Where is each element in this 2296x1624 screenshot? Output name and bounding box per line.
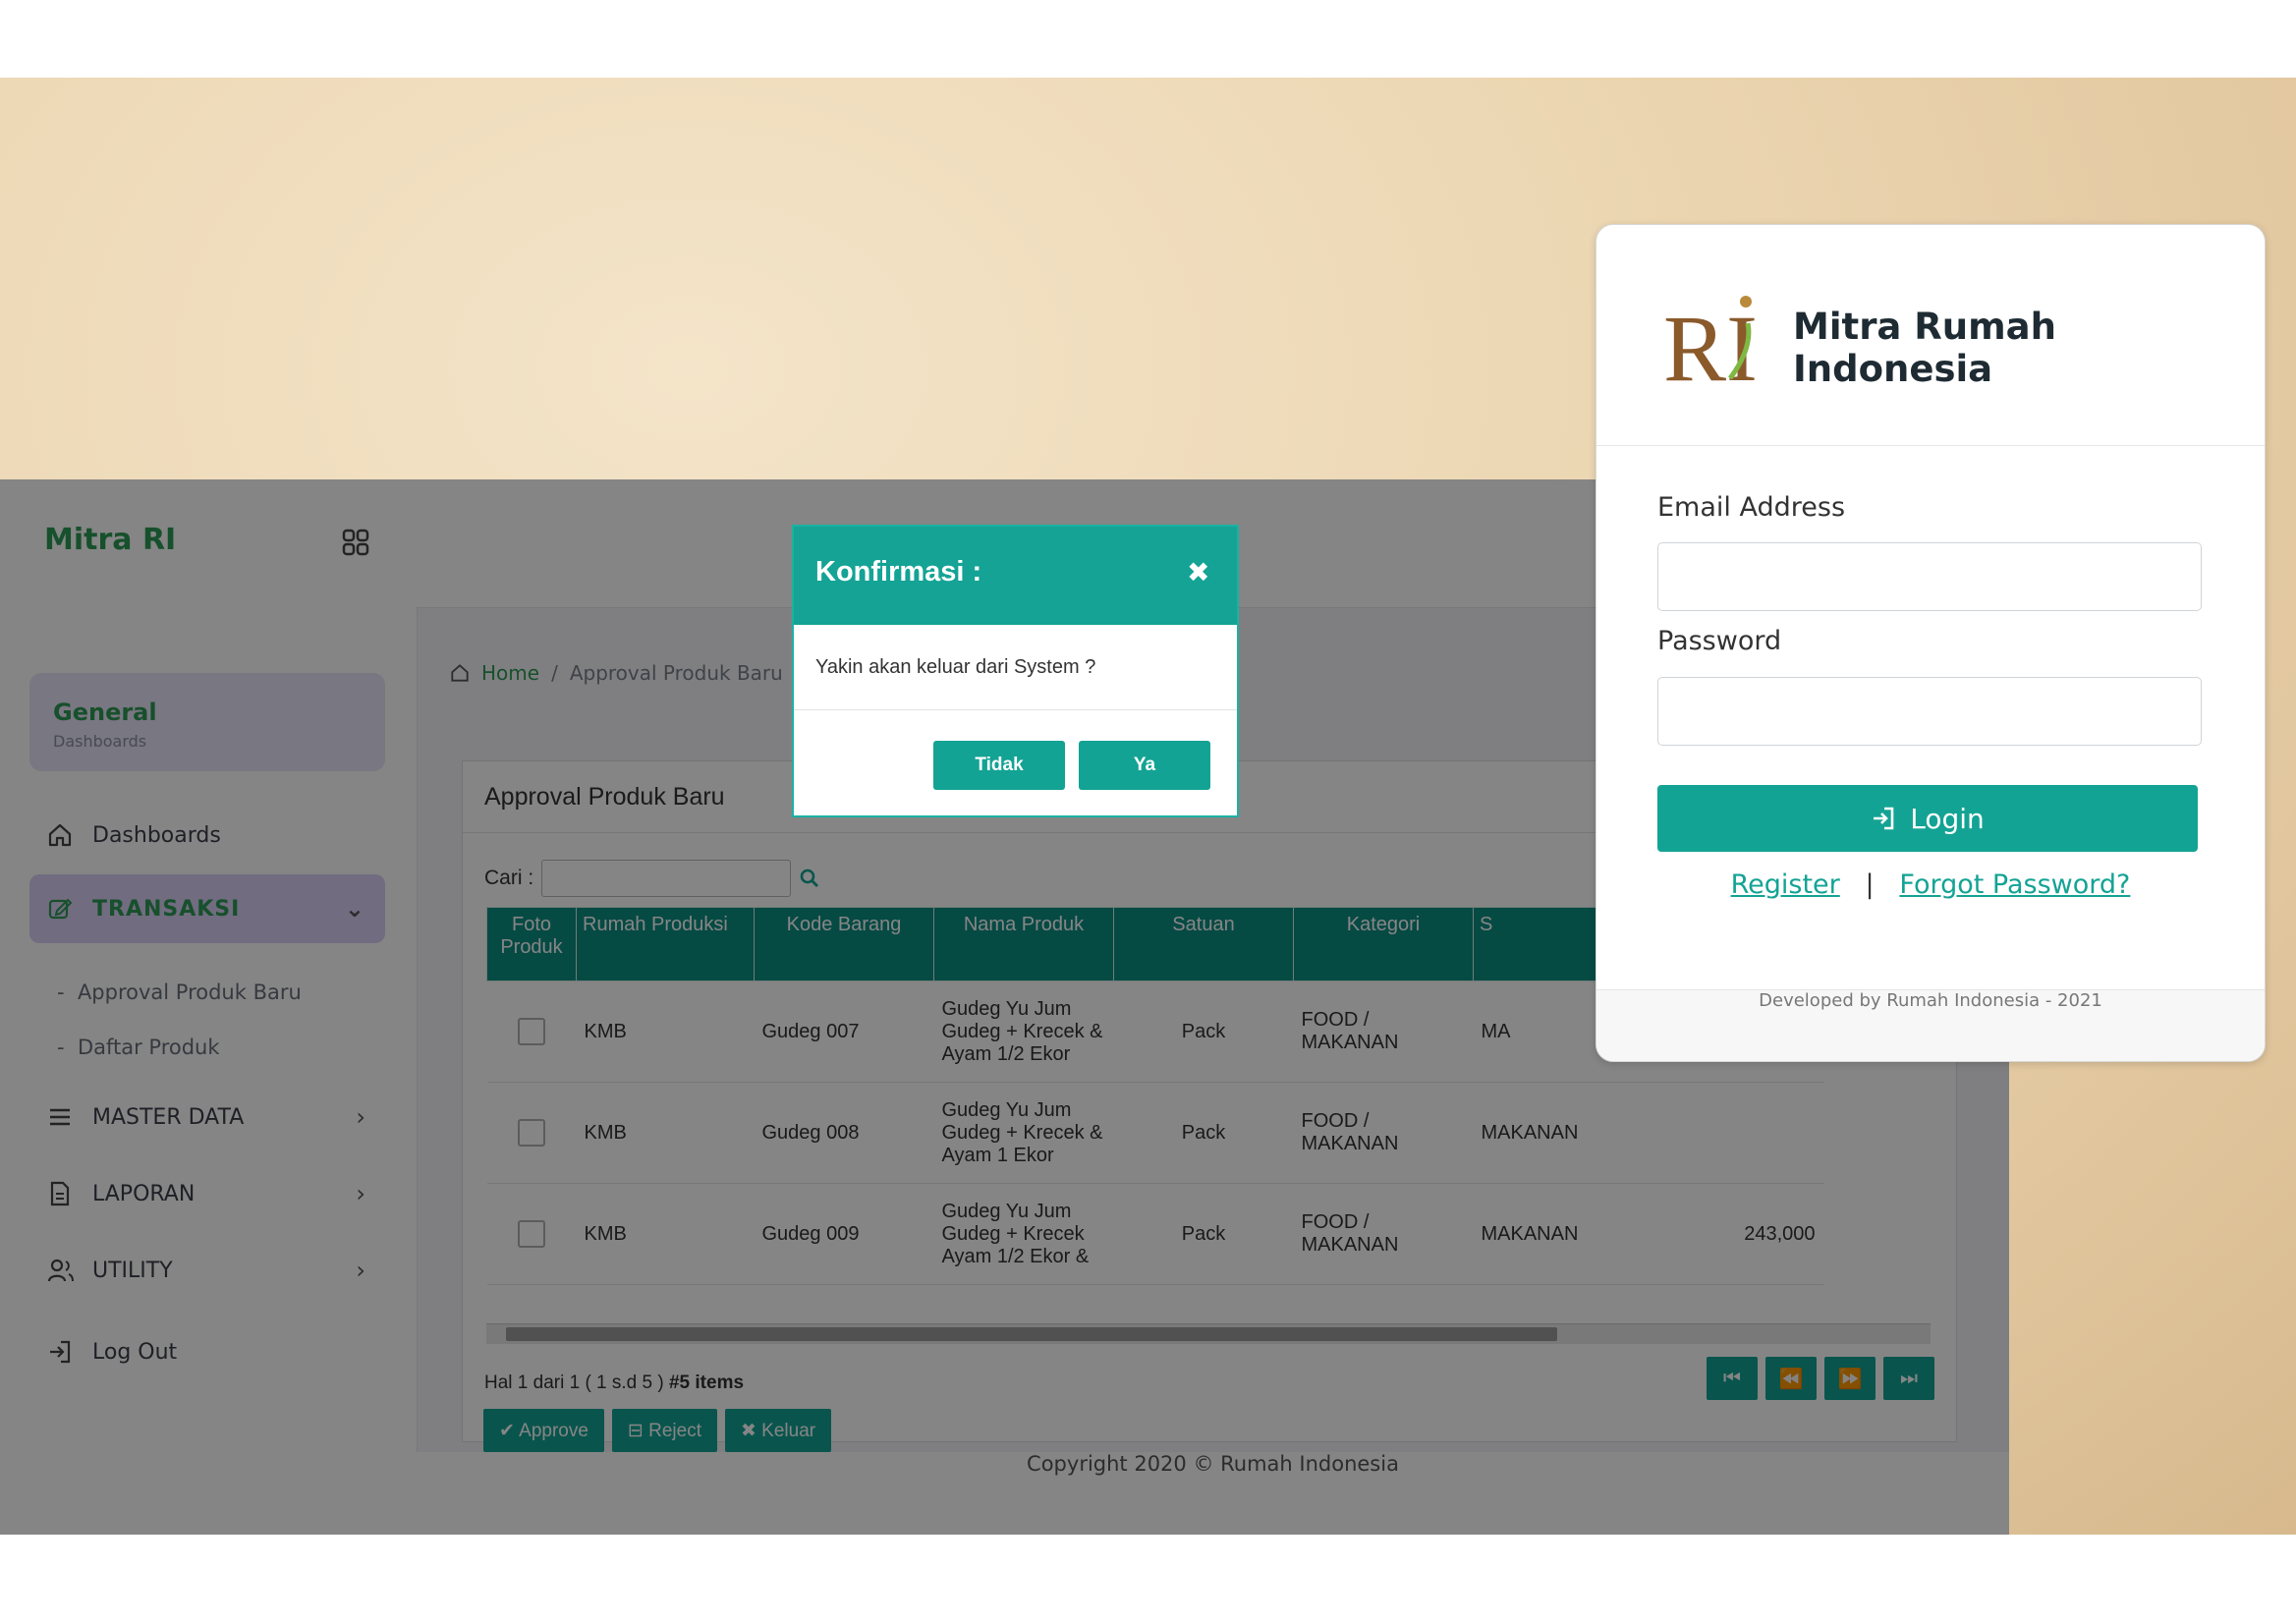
- login-card: RI Mitra Rumah Indonesia Email Address P…: [1596, 224, 2266, 1062]
- forgot-password-link[interactable]: Forgot Password?: [1899, 869, 2130, 900]
- confirm-dialog: Konfirmasi : ✖ Yakin akan keluar dari Sy…: [792, 525, 1239, 817]
- login-footer: Developed by Rumah Indonesia - 2021: [1596, 989, 2265, 1061]
- password-field[interactable]: [1657, 677, 2202, 746]
- divider: [1596, 445, 2265, 446]
- auth-links: Register | Forgot Password?: [1596, 869, 2265, 900]
- login-button[interactable]: Login: [1657, 785, 2198, 852]
- svg-text:RI: RI: [1663, 296, 1758, 401]
- register-link[interactable]: Register: [1731, 869, 1840, 900]
- login-title: Mitra Rumah Indonesia: [1793, 306, 2056, 390]
- divider: [794, 709, 1237, 710]
- confirm-button[interactable]: Ya: [1079, 741, 1210, 790]
- dialog-message: Yakin akan keluar dari System ?: [815, 656, 1096, 678]
- close-icon[interactable]: ✖: [1187, 556, 1209, 588]
- login-button-label: Login: [1910, 802, 1985, 835]
- link-divider: |: [1865, 869, 1875, 900]
- sign-in-icon: [1874, 807, 1894, 830]
- password-label: Password: [1657, 626, 1782, 656]
- email-field[interactable]: [1657, 542, 2202, 611]
- logo: RI: [1663, 296, 1758, 401]
- cancel-button[interactable]: Tidak: [933, 741, 1065, 790]
- email-label: Email Address: [1657, 492, 1846, 523]
- dialog-title: Konfirmasi :: [815, 556, 982, 588]
- dialog-header: Konfirmasi : ✖: [794, 527, 1237, 625]
